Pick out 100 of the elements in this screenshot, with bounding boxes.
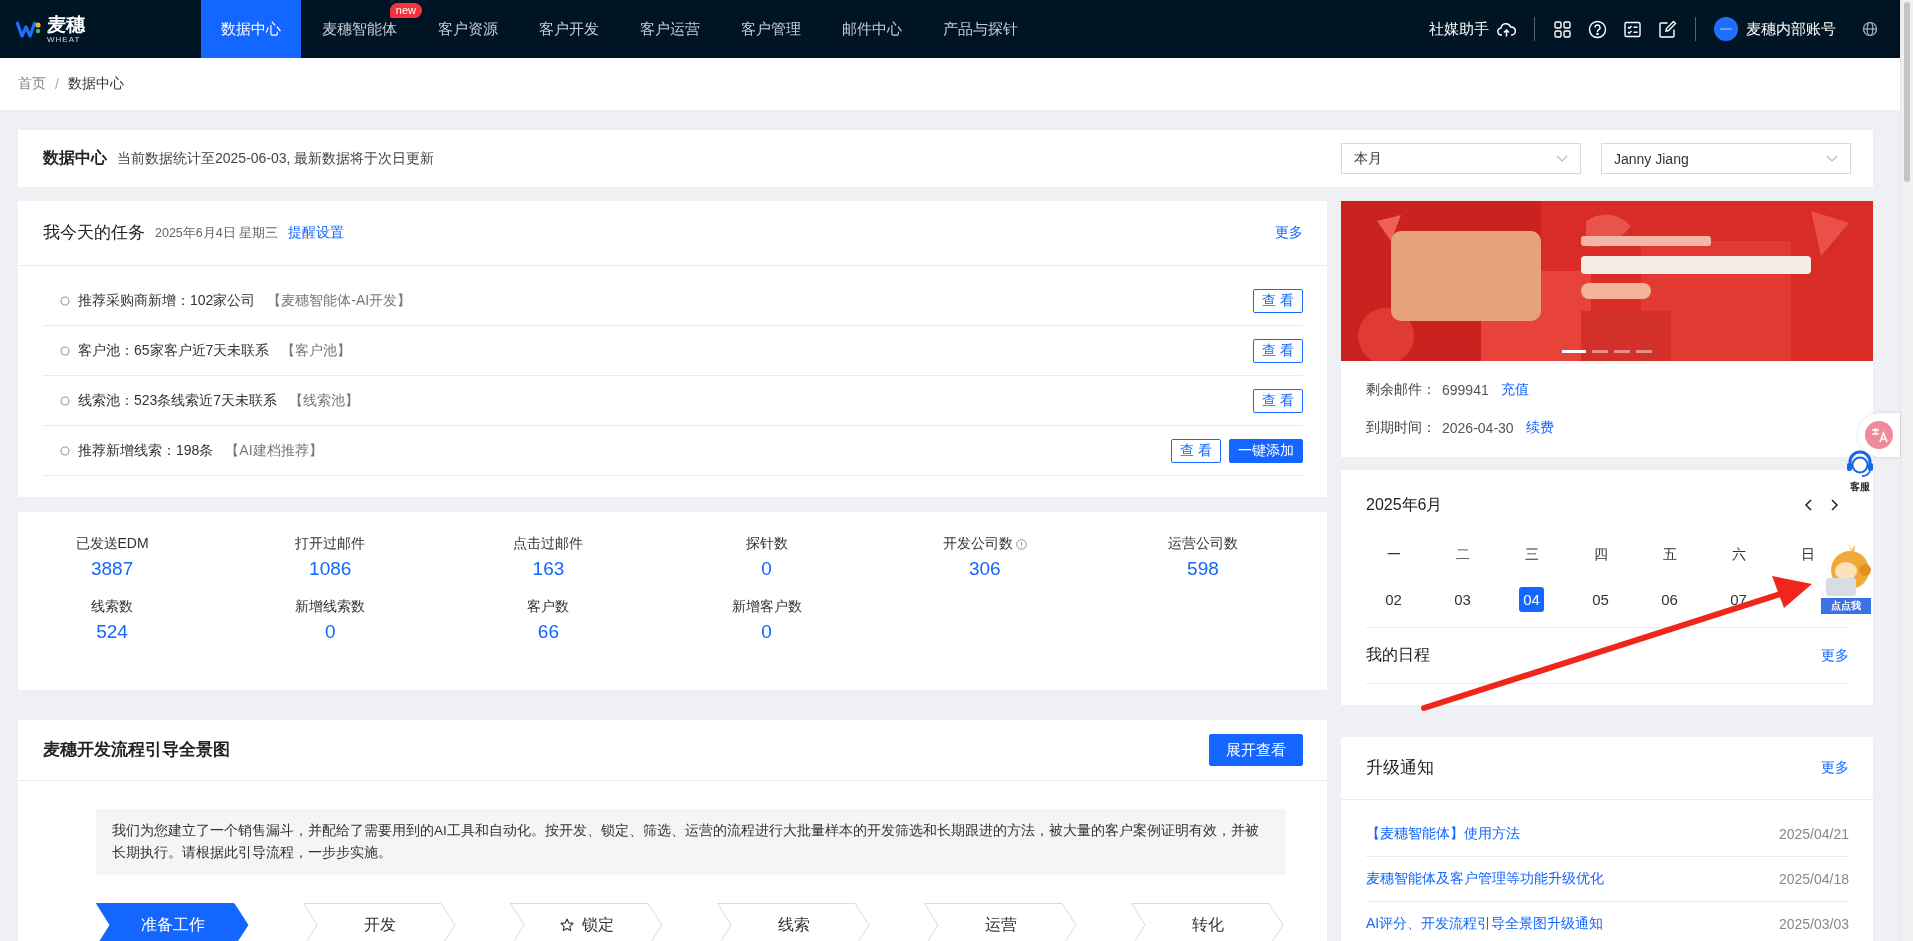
more-link[interactable]: 更多 xyxy=(1275,224,1303,242)
task-date: 2025年6月4日 星期三 xyxy=(155,224,279,242)
nav-tab[interactable]: 客户开发 xyxy=(519,19,619,58)
globe-icon[interactable] xyxy=(1862,21,1878,37)
step-tab[interactable]: 开发 xyxy=(303,903,456,941)
view-button[interactable]: 查 看 xyxy=(1253,388,1303,413)
info-icon[interactable] xyxy=(1015,538,1027,550)
filter-select[interactable]: 本月 xyxy=(1341,143,1581,174)
avatar-icon xyxy=(1714,17,1738,41)
nav-tab[interactable]: 麦穗智能体 xyxy=(302,19,417,58)
nav-tab[interactable]: 产品与探针 xyxy=(923,19,1038,58)
assistant-button[interactable]: 社媒助手 xyxy=(1429,19,1516,39)
stat-label: 探针数 xyxy=(745,535,788,553)
info-label: 到期时间： xyxy=(1366,419,1436,437)
step-tab[interactable]: 转化 xyxy=(1131,903,1284,941)
stat-value[interactable]: 66 xyxy=(537,621,559,643)
calendar-day[interactable]: 04 xyxy=(1519,587,1544,612)
more-link[interactable]: 更多 xyxy=(1821,759,1849,777)
weekday-label: 日 xyxy=(1799,545,1816,564)
stat-value[interactable]: 0 xyxy=(761,558,772,580)
help-icon[interactable] xyxy=(1588,19,1607,39)
more-link[interactable]: 更多 xyxy=(1821,646,1849,665)
view-button[interactable]: 查 看 xyxy=(1171,438,1221,463)
notice-link[interactable]: AI评分、开发流程引导全景图升级通知 xyxy=(1366,915,1604,933)
translate-icon[interactable] xyxy=(1865,421,1893,449)
nav-tab[interactable]: 客户管理 xyxy=(721,19,821,58)
weekday-label: 二 xyxy=(1454,545,1471,564)
calendar-day[interactable]: 05 xyxy=(1588,587,1613,612)
edit-icon[interactable] xyxy=(1658,19,1677,39)
breadcrumb-separator: / xyxy=(55,76,59,92)
calendar-day[interactable]: 03 xyxy=(1450,587,1475,612)
stat-value[interactable]: 0 xyxy=(324,621,336,643)
description-text: 我们为您建立了一个销售漏斗，并配给了需要用到的AI工具和自动化。按开发、锁定、筛选、运营的流程进行大批量样本的开发筛选和长期跟进的方法，被大量的客户案例证明有效，并被长期执行。请根据此引导流程，一步步实施。 xyxy=(96,809,1286,875)
view-button[interactable]: 查 看 xyxy=(1253,288,1303,313)
weekday-label: 三 xyxy=(1523,545,1540,564)
logo-icon xyxy=(16,19,42,39)
checklist-icon[interactable] xyxy=(1623,19,1642,39)
step-tab[interactable]: 锁定 xyxy=(510,903,663,941)
cloud-upload-icon xyxy=(1497,20,1516,38)
breadcrumb-item[interactable]: 首页 xyxy=(18,75,46,93)
task-tag[interactable]: 【客户池】 xyxy=(281,341,352,360)
filter-select[interactable]: Janny Jiang xyxy=(1601,143,1851,174)
previous-month-icon[interactable] xyxy=(1804,499,1813,511)
action-link[interactable]: 续费 xyxy=(1525,419,1554,437)
account-menu[interactable]: 麦穗内部账号 xyxy=(1714,17,1836,41)
stat-label: 打开过邮件 xyxy=(295,535,366,553)
task-text: 客户池：65家客户近7天未联系 xyxy=(78,341,270,360)
mascot-button[interactable]: 点点我 xyxy=(1821,598,1871,614)
reminder-link[interactable]: 提醒设置 xyxy=(288,224,345,242)
add-button[interactable]: 一键添加 xyxy=(1229,438,1303,463)
logo-text: 麦穗 xyxy=(47,14,85,34)
breadcrumb-item: 数据中心 xyxy=(67,75,124,93)
step-tab[interactable]: 准备工作 xyxy=(96,903,249,941)
stat-label: 新增线索数 xyxy=(295,598,366,616)
scrollbar[interactable] xyxy=(1900,0,1913,941)
bullet-icon xyxy=(60,395,70,406)
notice-link[interactable]: 麦穗智能体及客户管理等功能升级优化 xyxy=(1366,870,1604,888)
nav-tab[interactable]: 客户资源 xyxy=(418,19,518,58)
stat-value[interactable]: 598 xyxy=(1187,558,1219,580)
stat-value[interactable]: 306 xyxy=(968,558,1001,580)
stat-label: 新增客户数 xyxy=(731,598,802,616)
stat-value[interactable]: 163 xyxy=(532,558,565,580)
headset-icon[interactable] xyxy=(1845,450,1875,478)
nav-tab[interactable]: 数据中心 xyxy=(201,0,301,58)
action-link[interactable]: 充值 xyxy=(1500,381,1529,399)
stat-value[interactable]: 0 xyxy=(761,621,772,643)
task-tag[interactable]: 【线索池】 xyxy=(289,391,360,410)
stat-value[interactable]: 3887 xyxy=(90,558,134,580)
logo-subtext: WHEAT xyxy=(47,35,82,44)
stat-value[interactable]: 1086 xyxy=(309,558,352,580)
notice-link[interactable]: 【麦穗智能体】使用方法 xyxy=(1366,825,1520,843)
apps-icon[interactable] xyxy=(1553,19,1572,39)
stat-label: 点击过邮件 xyxy=(513,535,584,553)
task-tag[interactable]: 【麦穗智能体-AI开发】 xyxy=(267,291,412,310)
card-title: 我今天的任务 xyxy=(43,222,145,243)
stat-label: 开发公司数 xyxy=(942,535,1013,553)
stat-value[interactable]: 524 xyxy=(96,621,128,643)
info-value: 699941 xyxy=(1442,382,1489,398)
step-tab[interactable]: 运营 xyxy=(924,903,1077,941)
weekday-label: 六 xyxy=(1730,545,1747,564)
page-subtitle: 当前数据统计至2025-06-03, 最新数据将于次日更新 xyxy=(117,149,435,168)
notice-date: 2025/04/18 xyxy=(1778,871,1849,887)
next-month-icon[interactable] xyxy=(1830,499,1839,511)
bullet-icon xyxy=(60,295,70,306)
nav-tab[interactable]: 邮件中心 xyxy=(822,19,922,58)
task-text: 推荐新增线索：198条 xyxy=(78,441,214,460)
service-label[interactable]: 客服 xyxy=(1850,480,1870,494)
task-text: 推荐采购商新增：102家公司 xyxy=(78,291,256,310)
calendar-day[interactable]: 02 xyxy=(1381,587,1406,612)
bullet-icon xyxy=(60,345,70,356)
task-tag[interactable]: 【AI建档推荐】 xyxy=(225,441,323,460)
card-title: 麦穗开发流程引导全景图 xyxy=(43,739,230,760)
expand-button[interactable]: 展开查看 xyxy=(1209,734,1303,766)
view-button[interactable]: 查 看 xyxy=(1253,338,1303,363)
step-tab[interactable]: 线索 xyxy=(717,903,870,941)
calendar-day[interactable]: 06 xyxy=(1657,587,1682,612)
weekday-label: 四 xyxy=(1592,545,1609,564)
calendar-day[interactable]: 07 xyxy=(1726,587,1751,612)
nav-tab[interactable]: 客户运营 xyxy=(620,19,720,58)
page-title: 数据中心 xyxy=(43,148,107,168)
